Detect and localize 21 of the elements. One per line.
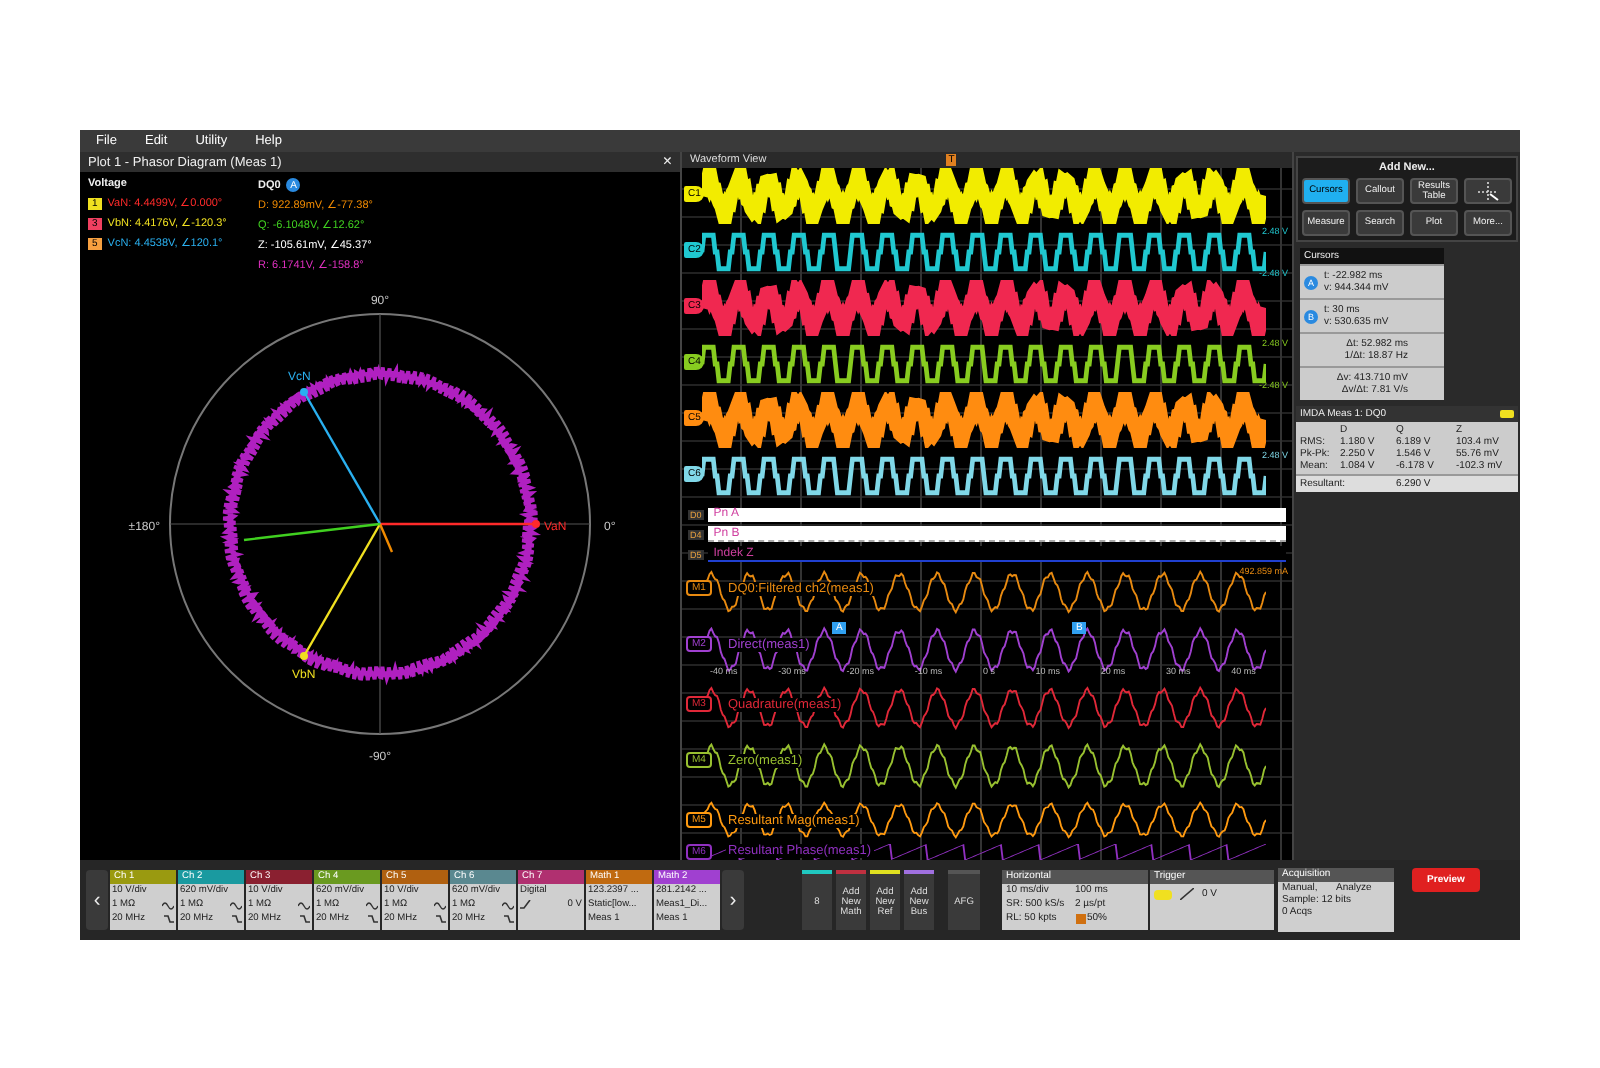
badge-icon xyxy=(1500,410,1514,418)
bandwidth-icon xyxy=(164,914,174,924)
scroll-left-button[interactable]: ‹ xyxy=(86,870,108,930)
crosshair-icon xyxy=(1476,181,1500,201)
position-icon xyxy=(1075,914,1085,924)
bandwidth-icon xyxy=(368,914,378,924)
coupling-icon xyxy=(434,901,446,909)
threshold-icon xyxy=(520,900,532,910)
coupling-icon xyxy=(366,901,378,909)
coupling-icon xyxy=(298,901,310,909)
coupling-icon xyxy=(162,901,174,909)
bandwidth-icon xyxy=(436,914,446,924)
coupling-icon xyxy=(230,901,242,909)
cursor-tool-button[interactable] xyxy=(1464,178,1512,204)
scroll-right-button[interactable]: › xyxy=(722,870,744,930)
bandwidth-icon xyxy=(300,914,310,924)
coupling-icon xyxy=(502,901,514,909)
bandwidth-icon xyxy=(232,914,242,924)
bandwidth-icon xyxy=(504,914,514,924)
close-button[interactable]: × xyxy=(662,154,672,170)
rising-edge-icon xyxy=(1180,888,1194,900)
